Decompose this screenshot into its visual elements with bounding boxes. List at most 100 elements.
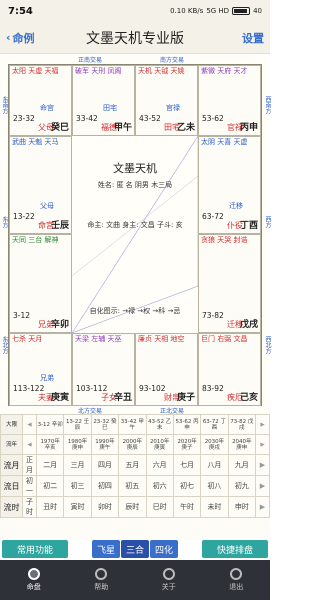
grid-cell[interactable]: 未时 <box>200 496 229 518</box>
grid-cell[interactable]: 初七 <box>172 475 202 497</box>
direction-label: 西南方 <box>264 96 271 114</box>
quick-chart-button[interactable]: 快捷排盘 <box>202 540 268 558</box>
chart-frame: 太阳 天虚 天福 23-32 命宫 父母 癸巳 破军 天刑 凤阁 33-42 田… <box>8 64 262 406</box>
palace-ages: 63-72 <box>202 212 224 221</box>
grid-cell[interactable]: 43-52 乙未 <box>145 414 174 435</box>
grid-cell[interactable]: 正月 <box>22 454 37 476</box>
grid-cell[interactable]: 寅时 <box>63 496 92 518</box>
grid-cell[interactable]: 三月 <box>63 454 92 476</box>
grid-cell[interactable]: 2010年 庚寅 <box>145 434 174 455</box>
palace-chou[interactable]: 天梁 左辅 天巫 103-112 子女 辛丑 <box>72 333 135 406</box>
sihua-button[interactable]: 四化 <box>150 540 178 558</box>
exit-icon <box>230 568 243 580</box>
tab-label: 命盘 <box>26 583 41 591</box>
palace-mao[interactable]: 天同 三台 解神 3-12 兄弟 辛卯 <box>9 234 72 333</box>
tab-about[interactable]: 关于 <box>135 560 203 600</box>
chevron-right-icon[interactable]: ▶ <box>255 475 270 497</box>
direction-label: 西方 <box>264 216 271 228</box>
grid-cell[interactable]: 2000年 庚辰 <box>118 434 147 455</box>
grid-cell[interactable]: 2020年 庚子 <box>172 434 202 455</box>
grid-cell[interactable]: 二月 <box>35 454 65 476</box>
chevron-right-icon[interactable]: ▶ <box>255 434 270 455</box>
chevron-left-icon[interactable]: ◀ <box>22 434 37 455</box>
chevron-left-icon[interactable]: ◀ <box>22 414 37 435</box>
chevron-right-icon[interactable]: ▶ <box>255 496 270 518</box>
grid-cell[interactable]: 23-32 癸巳 <box>90 414 120 435</box>
palace-ages: 23-32 <box>13 114 35 123</box>
direction-label: 正南交易 <box>78 57 103 64</box>
palace-xu[interactable]: 贪狼 天哭 封诰 73-82 迁移 戊戌 <box>198 234 261 333</box>
grid-cell[interactable]: 子时 <box>22 496 37 518</box>
palace-tag: 命宫 <box>40 104 54 112</box>
grid-row-liushi: 流时 子时 丑时 寅时 卯时 辰时 巳时 午时 未时 申时 ▶ <box>0 496 270 518</box>
grid-cell[interactable]: 1990年 庚午 <box>90 434 120 455</box>
palace-stars: 破军 天刑 凤阁 <box>75 67 122 75</box>
grid-cell[interactable]: 辰时 <box>118 496 147 518</box>
palace-hai[interactable]: 巨门 右弼 文昌 83-92 疾厄 己亥 <box>198 333 261 406</box>
palace-ganzhi: 丙申 <box>239 123 258 133</box>
grid-cell[interactable]: 巳时 <box>145 496 174 518</box>
battery-level: 40 <box>253 7 262 15</box>
chart-info-line: 姓名: 匿 名 阴男 木三局 <box>97 181 173 189</box>
chart-brand-title: 文墨天机 <box>113 162 157 175</box>
grid-cell[interactable]: 卯时 <box>90 496 120 518</box>
chevron-right-icon[interactable]: ▶ <box>255 414 270 435</box>
row-label: 流年 <box>0 434 23 455</box>
grid-cell[interactable]: 四月 <box>90 454 120 476</box>
palace-wu[interactable]: 破军 天刑 凤阁 33-42 田宅 福德 甲午 <box>72 65 135 136</box>
help-icon <box>95 568 108 580</box>
grid-cell[interactable]: 1980年 庚申 <box>63 434 92 455</box>
grid-cell[interactable]: 七月 <box>172 454 202 476</box>
tab-help[interactable]: 帮助 <box>68 560 136 600</box>
palace-ages: 53-62 <box>202 114 224 123</box>
grid-cell[interactable]: 丑时 <box>35 496 65 518</box>
tab-chart[interactable]: 命盘 <box>0 560 68 600</box>
tab-label: 帮助 <box>94 583 109 591</box>
grid-cell[interactable]: 73-82 戊戌 <box>227 414 257 435</box>
feixing-button[interactable]: 飞星 <box>92 540 120 558</box>
grid-cell[interactable]: 初四 <box>90 475 120 497</box>
grid-cell[interactable]: 五月 <box>118 454 147 476</box>
grid-cell[interactable]: 初三 <box>63 475 92 497</box>
palace-stars: 天同 三台 解神 <box>12 236 59 244</box>
grid-cell[interactable]: 八月 <box>200 454 229 476</box>
grid-row-daxian: 大限 ◀ 3-12 辛卯 13-22 壬辰 23-32 癸巳 33-42 甲午 … <box>0 414 270 435</box>
sanhe-button[interactable]: 三合 <box>121 540 149 558</box>
palace-yin[interactable]: 七杀 天月 113-122 兄弟 夫妻 庚寅 <box>9 333 72 406</box>
settings-button[interactable]: 设置 <box>242 30 264 46</box>
grid-cell[interactable]: 申时 <box>227 496 257 518</box>
back-button[interactable]: ‹ 命例 <box>6 30 35 46</box>
grid-cell[interactable]: 3-12 辛卯 <box>35 414 65 435</box>
grid-cell[interactable]: 2030年 庚戌 <box>200 434 229 455</box>
grid-cell[interactable]: 初一 <box>22 475 37 497</box>
tab-exit[interactable]: 退出 <box>203 560 271 600</box>
grid-cell[interactable]: 1970年 辛亥 <box>35 434 65 455</box>
palace-you[interactable]: 太阴 天喜 天虚 63-72 迁移 仆役 丁酉 <box>198 136 261 234</box>
grid-cell[interactable]: 初二 <box>35 475 65 497</box>
chevron-right-icon[interactable]: ▶ <box>255 454 270 476</box>
grid-cell[interactable]: 六月 <box>145 454 174 476</box>
palace-stars: 天机 天钺 天姚 <box>138 67 185 75</box>
grid-cell[interactable]: 初五 <box>118 475 147 497</box>
chart-info-line: 命主: 文曲 身主: 文昌 子斗: 亥 <box>87 221 183 229</box>
palace-ganzhi: 壬辰 <box>50 221 69 231</box>
grid-cell[interactable]: 初六 <box>145 475 174 497</box>
grid-cell[interactable]: 53-62 丙申 <box>172 414 202 435</box>
grid-cell[interactable]: 2040年 庚申 <box>227 434 257 455</box>
row-label: 流时 <box>0 496 23 518</box>
grid-cell[interactable]: 午时 <box>172 496 202 518</box>
grid-cell[interactable]: 九月 <box>227 454 257 476</box>
palace-chen[interactable]: 武曲 天魁 天马 13-22 父母 命宫 壬辰 <box>9 136 72 234</box>
palace-si[interactable]: 太阳 天虚 天福 23-32 命宫 父母 癸巳 <box>9 65 72 136</box>
grid-cell[interactable]: 63-72 丁酉 <box>200 414 229 435</box>
grid-cell[interactable]: 33-42 甲午 <box>118 414 147 435</box>
grid-row-liuyue: 流月 正月 二月 三月 四月 五月 六月 七月 八月 九月 ▶ <box>0 454 270 476</box>
grid-cell[interactable]: 13-22 壬辰 <box>63 414 92 435</box>
palace-wei[interactable]: 天机 天钺 天姚 43-52 官禄 田宅 乙未 <box>135 65 198 136</box>
common-functions-button[interactable]: 常用功能 <box>2 540 68 558</box>
palace-zi[interactable]: 廉贞 天相 地空 93-102 财帛 庚子 <box>135 333 198 406</box>
tab-label: 关于 <box>161 583 176 591</box>
grid-cell[interactable]: 初九 <box>227 475 257 497</box>
grid-cell[interactable]: 初八 <box>200 475 229 497</box>
palace-shen[interactable]: 紫微 天府 天才 53-62 官禄 丙申 <box>198 65 261 136</box>
